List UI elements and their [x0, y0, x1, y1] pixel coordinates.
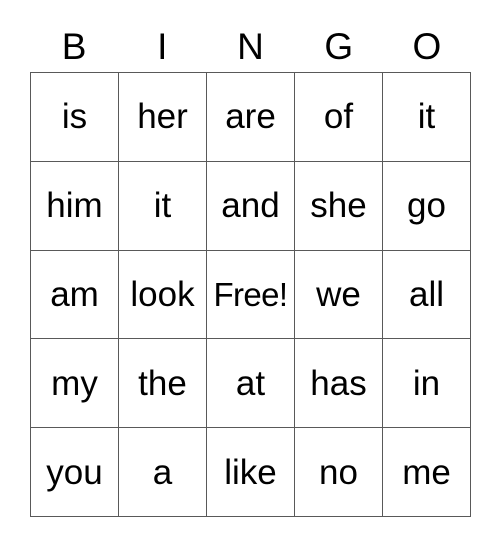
bingo-cell[interactable]: the [119, 339, 207, 429]
bingo-cell-label: look [130, 274, 195, 314]
bingo-cell-label: the [138, 363, 187, 403]
bingo-cell-label: we [316, 274, 361, 314]
bingo-cell[interactable]: of [295, 73, 383, 162]
bingo-cell[interactable]: you [31, 428, 119, 517]
bingo-cell[interactable]: is [31, 73, 119, 162]
bingo-cell-label: him [46, 186, 103, 226]
bingo-cell[interactable]: a [119, 428, 207, 517]
bingo-cell-label: all [408, 274, 445, 314]
bingo-cell[interactable]: look [119, 250, 207, 340]
bingo-row: you a like no me [31, 428, 471, 517]
bingo-cell[interactable]: like [207, 428, 295, 517]
bingo-cell[interactable]: go [383, 161, 471, 251]
bingo-cell[interactable]: her [119, 73, 207, 162]
bingo-header-letter-b: B [61, 25, 87, 67]
bingo-header-letter-i: I [157, 25, 168, 67]
bingo-cell-label: me [402, 452, 451, 492]
bingo-cell-label: it [153, 186, 172, 226]
bingo-row: is her are of it [31, 73, 471, 162]
bingo-cell[interactable]: are [207, 73, 295, 162]
bingo-cell[interactable]: it [383, 73, 471, 162]
bingo-cell-label: a [152, 452, 173, 492]
bingo-row: am look Free! we all [31, 250, 471, 340]
bingo-cell[interactable]: am [31, 250, 119, 340]
bingo-cell-label: no [319, 452, 358, 492]
bingo-cell[interactable]: she [295, 161, 383, 251]
bingo-cell-label: is [61, 97, 88, 137]
bingo-cell-label: my [51, 363, 98, 403]
bingo-cell-label: you [46, 452, 103, 492]
bingo-cell-label: go [407, 186, 446, 226]
bingo-header-letter-g: G [324, 25, 354, 67]
bingo-grid: is her are of it him it and she go am lo… [30, 72, 471, 517]
bingo-cell[interactable]: it [119, 161, 207, 251]
bingo-cell-label: her [137, 97, 188, 137]
bingo-cell[interactable]: in [383, 339, 471, 429]
bingo-cell-label: in [412, 363, 441, 403]
bingo-cell-label: like [224, 452, 277, 492]
bingo-free-space-cell[interactable]: Free! [207, 250, 295, 340]
bingo-card: B I N G O is her are of it him it and sh… [30, 20, 471, 517]
bingo-cell-label: she [310, 186, 367, 226]
bingo-cell[interactable]: all [383, 250, 471, 340]
bingo-cell-label: are [225, 97, 276, 137]
bingo-cell[interactable]: and [207, 161, 295, 251]
bingo-header-letter-n: N [237, 25, 264, 67]
bingo-cell-label: of [323, 97, 354, 137]
bingo-header-row: B I N G O [30, 20, 471, 72]
bingo-cell[interactable]: at [207, 339, 295, 429]
bingo-cell[interactable]: him [31, 161, 119, 251]
bingo-row: him it and she go [31, 161, 471, 251]
bingo-cell[interactable]: me [383, 428, 471, 517]
bingo-cell-label: am [50, 274, 99, 314]
bingo-cell-label: it [417, 97, 436, 137]
bingo-cell[interactable]: no [295, 428, 383, 517]
bingo-cell-label: at [235, 363, 266, 403]
bingo-cell-label: has [310, 363, 367, 403]
bingo-free-space-label: Free! [213, 275, 288, 313]
bingo-cell[interactable]: has [295, 339, 383, 429]
bingo-header-letter-o: O [412, 25, 442, 67]
bingo-cell[interactable]: we [295, 250, 383, 340]
bingo-cell-label: and [221, 186, 280, 226]
bingo-cell[interactable]: my [31, 339, 119, 429]
bingo-row: my the at has in [31, 339, 471, 429]
